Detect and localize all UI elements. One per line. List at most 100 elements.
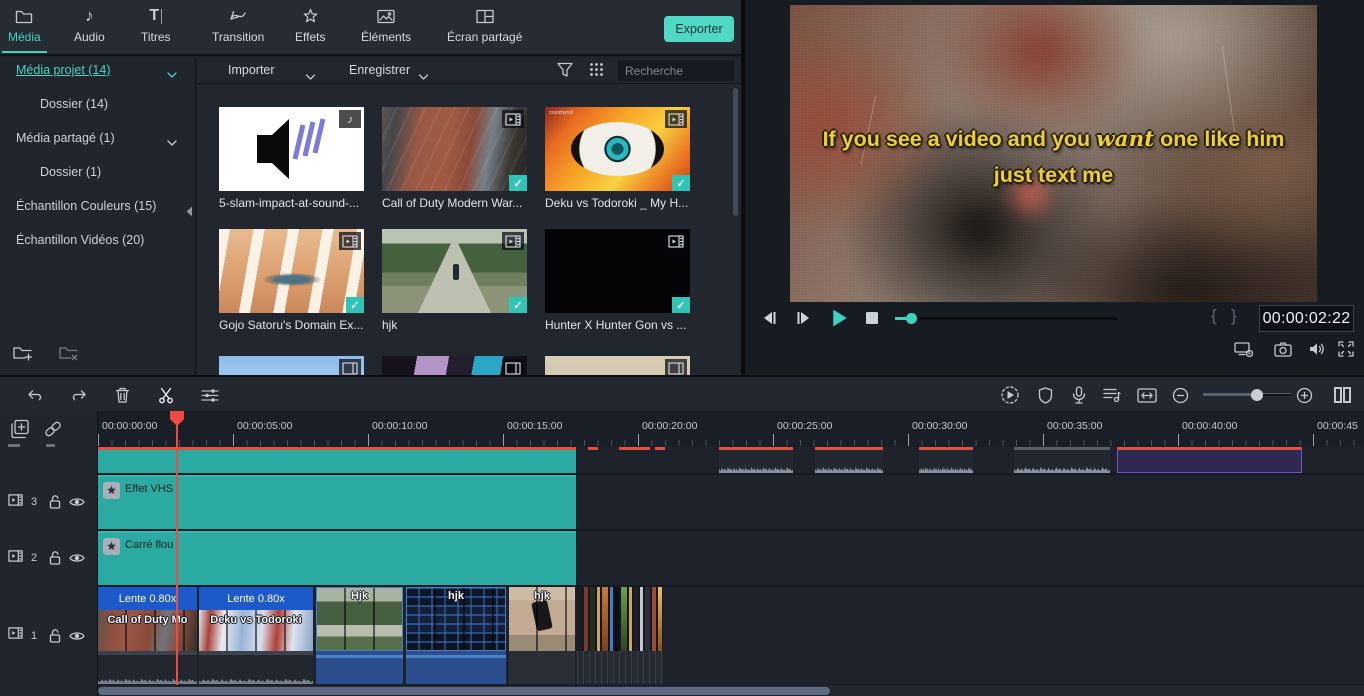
link-icon[interactable] [44, 420, 62, 438]
video-viewport[interactable]: If you see a video and you want one like… [790, 5, 1317, 302]
media-card[interactable]: ✓ Call of Duty Modern War... [382, 107, 528, 210]
display-settings-icon[interactable] [1233, 338, 1255, 360]
microphone-icon[interactable] [1068, 384, 1090, 406]
seek-handle[interactable] [906, 313, 917, 324]
marker-shield-icon[interactable] [1034, 384, 1056, 406]
subtitle-line-2: just text me [790, 163, 1317, 188]
video-clip-hjk-3[interactable]: hjk [509, 587, 575, 684]
clip-name-overlay: Hjk [316, 590, 403, 602]
delete-folder-icon[interactable] [58, 344, 80, 367]
audio-clip[interactable] [1014, 447, 1110, 473]
video-badge-icon [665, 110, 687, 128]
audio-mixer-icon[interactable] [1101, 384, 1123, 406]
video-clip-cod[interactable]: Lente 0.80x Call of Duty Mo [98, 587, 197, 684]
render-preview-icon[interactable] [999, 384, 1021, 406]
timeline-clip-teal[interactable] [98, 447, 576, 473]
video-clip-deku[interactable]: Lente 0.80x Deku vs Todoroki [199, 587, 313, 684]
transition-icon [228, 6, 248, 26]
filter-icon[interactable] [557, 62, 573, 83]
mark-in-brace[interactable]: { [1211, 306, 1217, 326]
adjust-sliders-icon[interactable] [199, 384, 221, 406]
media-card[interactable]: ✓ hjk [382, 229, 528, 332]
record-button[interactable]: Enregistrer [349, 63, 410, 77]
grid-view-icon[interactable] [589, 62, 604, 82]
tab-elements[interactable]: Éléments [361, 6, 411, 44]
video-clip-hjk-1[interactable]: Hjk [316, 587, 403, 684]
audio-badge-icon: ♪ [339, 110, 361, 128]
eye-icon[interactable] [69, 552, 85, 564]
seek-slider[interactable] [895, 317, 1117, 320]
sidebar-item-sample-colors[interactable]: Échantillon Couleurs (15) [0, 198, 195, 215]
sidebar-item-project-media[interactable]: Média projet (14) [0, 62, 195, 79]
import-button[interactable]: Importer [228, 63, 275, 77]
video-badge-icon [339, 359, 361, 375]
media-card[interactable]: ✓ Hunter X Hunter Gon vs ... [545, 229, 691, 332]
eye-icon[interactable] [69, 496, 85, 508]
video-clip-hjk-2[interactable]: hjk [406, 587, 506, 684]
volume-icon[interactable] [1306, 338, 1328, 360]
selected-check-icon: ✓ [672, 175, 690, 191]
timeline-scrollbar-thumb[interactable] [98, 687, 830, 695]
delete-icon[interactable] [111, 384, 133, 406]
timeline-zoom-slider[interactable] [1203, 393, 1291, 396]
undo-icon[interactable] [24, 384, 46, 406]
clip-name-overlay: Deku vs Todoroki [199, 614, 313, 626]
zoom-out-icon[interactable] [1169, 384, 1191, 406]
tab-media[interactable]: Média [8, 6, 41, 44]
sidebar-item-folder-14[interactable]: Dossier (14) [0, 96, 195, 113]
media-card[interactable] [219, 356, 365, 375]
mark-out-brace[interactable]: } [1231, 306, 1237, 326]
fullscreen-icon[interactable] [1335, 338, 1357, 360]
effect-clip-vhs[interactable]: Effet VHS [98, 475, 576, 529]
collapse-panel-arrow[interactable] [186, 204, 196, 218]
search-input[interactable] [618, 64, 741, 78]
split-scissors-icon[interactable] [155, 384, 177, 406]
track-number: 2 [31, 552, 37, 564]
lock-icon[interactable] [49, 551, 61, 565]
media-card[interactable] [545, 356, 691, 375]
stop-button[interactable] [861, 307, 883, 329]
timeline-clip-purple[interactable] [1117, 447, 1302, 473]
media-scrollbar[interactable] [733, 88, 738, 216]
sliver-clips-group[interactable] [577, 587, 663, 651]
zoom-in-icon[interactable] [1293, 384, 1315, 406]
tab-audio[interactable]: ♪ Audio [74, 6, 105, 44]
effect-clip-blur[interactable]: Carré flou [98, 531, 576, 585]
zoom-handle[interactable] [1251, 389, 1263, 401]
track-row-1: Lente 0.80x Call of Duty Mo Lente 0.80x … [98, 587, 1364, 684]
audio-clip[interactable] [919, 447, 973, 473]
tab-transition[interactable]: Transition [212, 6, 264, 44]
chevron-down-icon[interactable] [418, 68, 429, 86]
tab-titles[interactable]: T Titres [141, 6, 171, 44]
add-track-icon[interactable] [10, 419, 30, 439]
star-icon [302, 6, 319, 26]
lock-icon[interactable] [49, 629, 61, 643]
media-name: Gojo Satoru's Domain Ex... [219, 318, 365, 332]
eye-icon[interactable] [69, 630, 85, 642]
chevron-down-icon[interactable] [305, 68, 316, 86]
redo-icon[interactable] [68, 384, 90, 406]
audio-clip[interactable] [815, 447, 883, 473]
previous-frame-button[interactable] [758, 307, 780, 329]
fit-timeline-icon[interactable] [1136, 384, 1158, 406]
export-button[interactable]: Exporter [664, 16, 734, 42]
snapshot-camera-icon[interactable] [1272, 338, 1294, 360]
media-card[interactable] [382, 356, 528, 375]
titles-icon: T [149, 6, 162, 26]
timeline-ruler[interactable]: 00:00:00:00 00:00:05:00 00:00:10:00 00:0… [98, 411, 1364, 447]
ruler-label: 00:00:15:00 [507, 420, 562, 432]
tab-split-screen[interactable]: Écran partagé [447, 6, 522, 44]
lock-icon[interactable] [49, 495, 61, 509]
sidebar-item-sample-videos[interactable]: Échantillon Vidéos (20) [0, 232, 195, 249]
panel-layout-icon[interactable] [1331, 384, 1353, 406]
tab-effects[interactable]: Effets [295, 6, 325, 44]
next-frame-button[interactable] [793, 307, 815, 329]
add-folder-icon[interactable] [12, 344, 34, 367]
sidebar-item-shared-media[interactable]: Média partagé (1) [0, 130, 195, 147]
media-card[interactable]: ✓ Gojo Satoru's Domain Ex... [219, 229, 365, 332]
media-card[interactable]: ♪ 5-slam-impact-at-sound-... [219, 107, 365, 210]
audio-clip[interactable] [719, 447, 793, 473]
play-button[interactable] [829, 307, 851, 329]
sidebar-item-folder-1[interactable]: Dossier (1) [0, 164, 195, 181]
media-card[interactable]: crunchyroll ✓ Deku vs Todoroki _ My H... [545, 107, 691, 210]
